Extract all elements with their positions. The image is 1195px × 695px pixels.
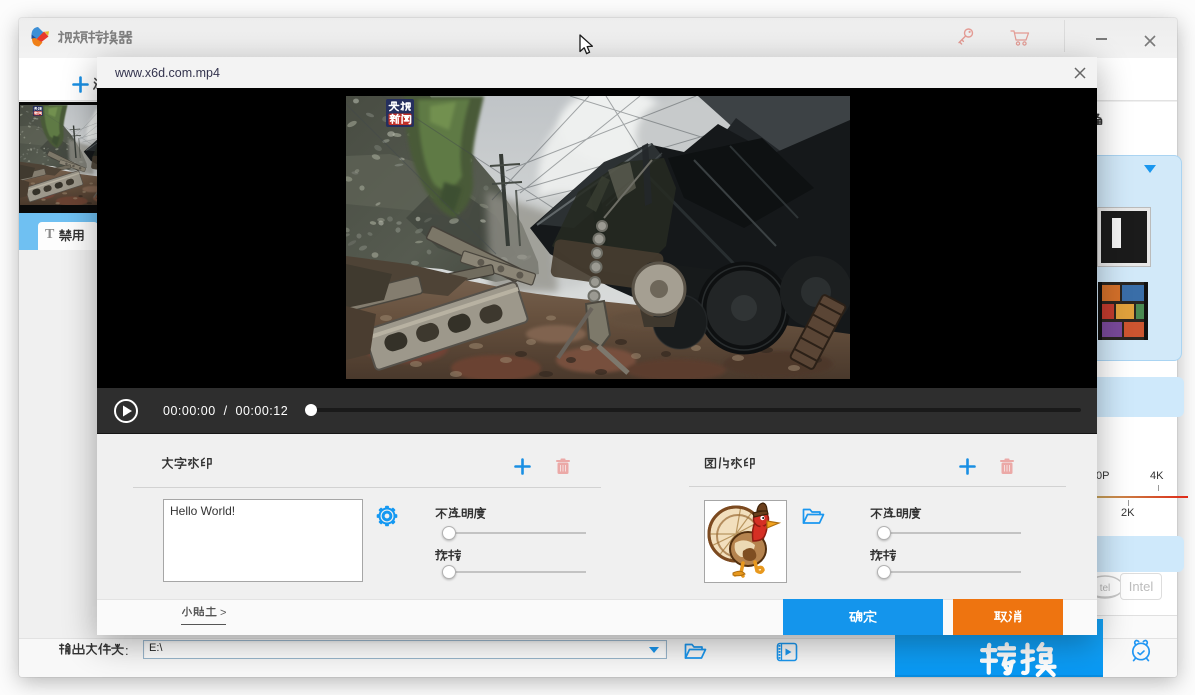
svg-text:tel: tel	[1100, 583, 1111, 594]
